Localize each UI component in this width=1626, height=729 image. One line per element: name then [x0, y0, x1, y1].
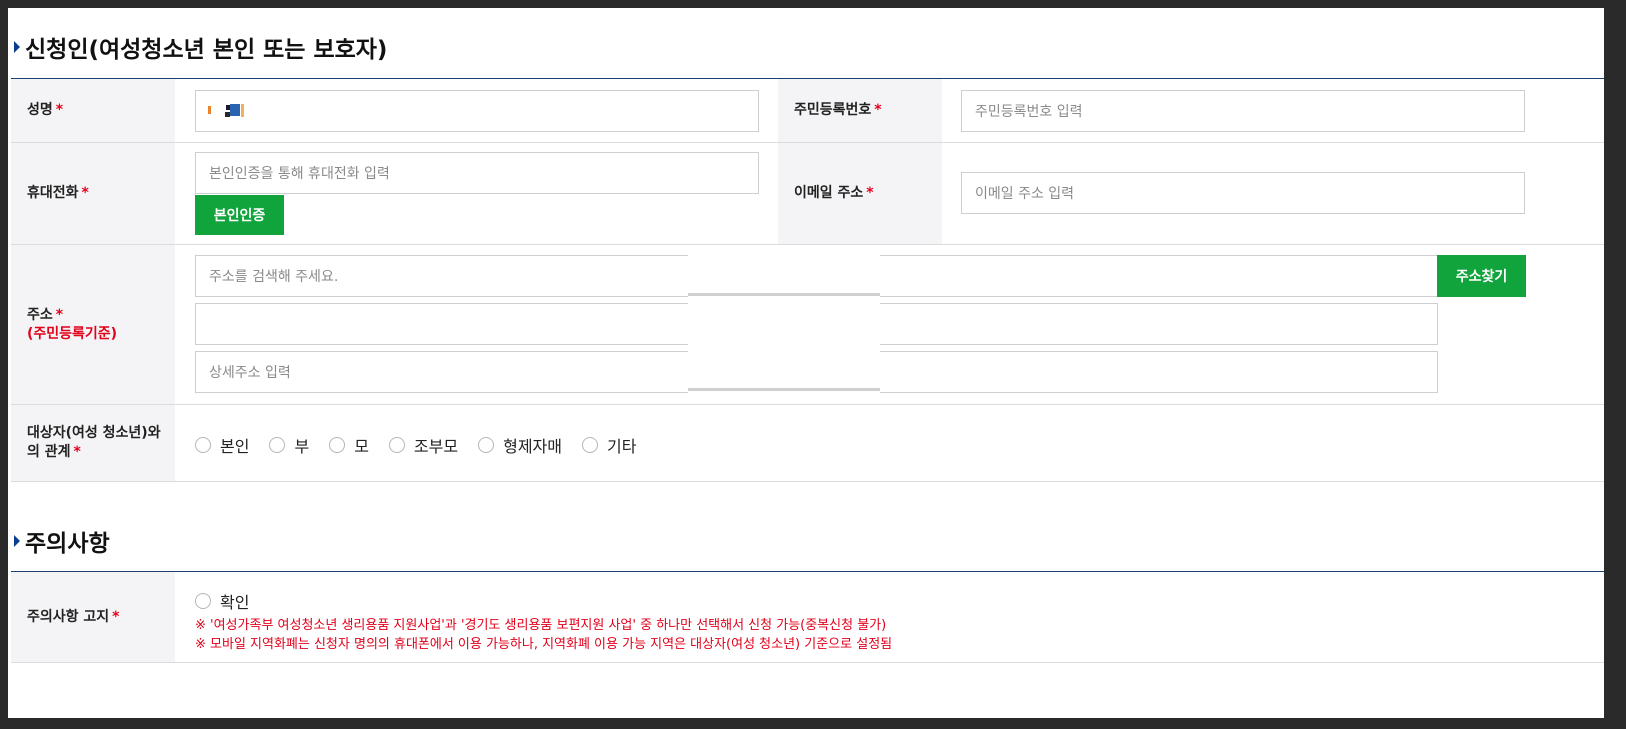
identity-verify-button[interactable]: 본인인증: [195, 195, 284, 235]
relation-radio-group: 본인 부 모 조부모 형제자매 기타: [195, 433, 656, 457]
relation-row: 대상자(여성 청소년)와 의 관계 * 본인 부 모 조부모 형제자매 기타: [11, 405, 1604, 482]
notice-label: 주의사항 고지 *: [11, 572, 175, 662]
notice-notes: ※ '여성가족부 여성청소년 생리용품 지원사업'과 '경기도 생리용품 보편지…: [195, 616, 1575, 654]
resident-number-label: 주민등록번호 *: [778, 79, 942, 142]
relation-option-other[interactable]: 기타: [581, 433, 636, 457]
redacted-overlay: [688, 255, 880, 394]
notice-note: ※ '여성가족부 여성청소년 생리용품 지원사업'과 '경기도 생리용품 보편지…: [195, 618, 887, 633]
redacted-name-icon: [208, 104, 244, 117]
name-row: 성명 * 주민등록번호 * 주민등록번호 입력: [11, 79, 1604, 143]
radio-circle-icon[interactable]: [478, 437, 495, 453]
name-field[interactable]: [195, 90, 759, 132]
address-row: 주소 * (주민등록기준) 주소를 검색해 주세요. 주소찾기 상세주소 입력: [11, 245, 1604, 405]
radio-circle-icon[interactable]: [269, 437, 286, 453]
mobile-row: 휴대전화 * 본인인증을 통해 휴대전화 입력 본인인증 이메일 주소 * 이메일 …: [11, 143, 1604, 245]
resident-number-input[interactable]: 주민등록번호 입력: [961, 90, 1525, 132]
overlay-line: [688, 293, 880, 296]
radio-circle-icon[interactable]: [388, 437, 405, 453]
mobile-input[interactable]: 본인인증을 통해 휴대전화 입력: [195, 152, 759, 194]
applicant-section-title: 신청인(여성청소년 본인 또는 보호자): [14, 30, 387, 64]
notice-note: ※ 모바일 지역화폐는 신청자 명의의 휴대폰에서 이용 가능하나, 지역화폐 …: [195, 637, 893, 652]
notice-section-title: 주의사항: [14, 524, 110, 558]
radio-circle-icon[interactable]: [195, 593, 211, 609]
address-search-button[interactable]: 주소찾기: [1437, 255, 1526, 297]
relation-option-father[interactable]: 부: [269, 433, 309, 457]
address-label: 주소 * (주민등록기준): [11, 245, 175, 404]
name-label: 성명 *: [11, 79, 175, 142]
notice-row: 주의사항 고지 * 확인 ※ '여성가족부 여성청소년 생리용품 지원사업'과 '…: [11, 572, 1604, 663]
overlay-line: [688, 388, 880, 391]
radio-circle-icon[interactable]: [195, 437, 211, 453]
mobile-label: 휴대전화 *: [11, 143, 175, 244]
email-input[interactable]: 이메일 주소 입력: [961, 172, 1525, 214]
application-form-page: 신청인(여성청소년 본인 또는 보호자) 성명 * 주민등록번호 * 주민등록번호 …: [8, 8, 1604, 718]
relation-option-self[interactable]: 본인: [195, 433, 249, 457]
relation-option-grandparent[interactable]: 조부모: [388, 433, 458, 457]
email-label: 이메일 주소 *: [778, 143, 942, 244]
radio-circle-icon[interactable]: [329, 437, 346, 453]
section-marker-icon: [14, 41, 20, 53]
radio-circle-icon[interactable]: [581, 437, 598, 453]
relation-label: 대상자(여성 청소년)와 의 관계 *: [11, 405, 175, 481]
section-marker-icon: [14, 535, 20, 547]
notice-confirm-group: 확인: [195, 589, 269, 613]
relation-option-sibling[interactable]: 형제자매: [478, 433, 562, 457]
relation-option-mother[interactable]: 모: [329, 433, 369, 457]
notice-confirm-option[interactable]: 확인: [195, 589, 249, 613]
